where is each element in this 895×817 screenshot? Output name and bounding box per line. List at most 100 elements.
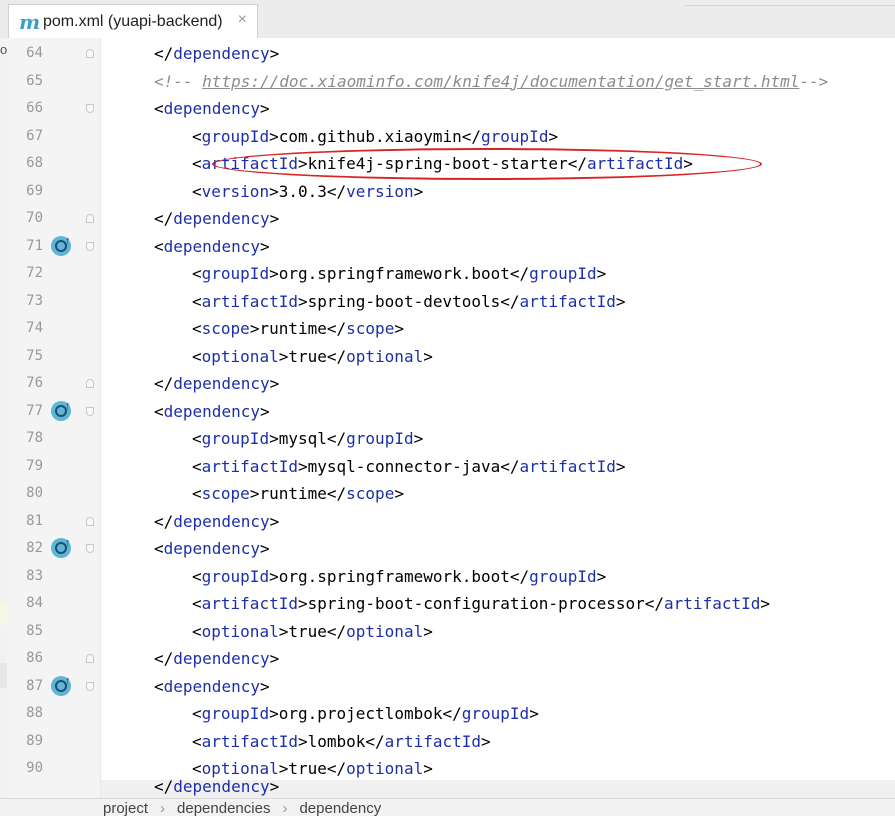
code-line[interactable]: 64 </dependency> [0, 40, 895, 67]
fold-toggle-icon[interactable] [86, 544, 94, 553]
code-line[interactable]: 75 <optional>true</optional> [0, 343, 895, 370]
code-line[interactable]: 70 </dependency> [0, 205, 895, 232]
code-line[interactable]: 76 </dependency> [0, 370, 895, 397]
fold-toggle-icon[interactable] [86, 654, 94, 663]
xml-bracket: > [423, 346, 433, 366]
code-line[interactable]: 90 <optional>true</optional> [0, 755, 895, 782]
code-text: </dependency> [154, 209, 279, 228]
override-marker-icon[interactable]: ↑ [51, 400, 71, 421]
code-line[interactable]: 78 <groupId>mysql</groupId> [0, 425, 895, 452]
xml-tag-name: groupId [529, 566, 597, 586]
code-line[interactable]: 86 </dependency> [0, 645, 895, 672]
code-line[interactable]: 87 ↑ <dependency> [0, 673, 895, 700]
xml-tag-name: groupId [201, 126, 270, 146]
xml-bracket: < [192, 484, 202, 503]
code-text: <dependency> [154, 539, 270, 558]
xml-tag-name: scope [201, 319, 250, 338]
breadcrumb-item[interactable]: dependencies [177, 800, 270, 817]
xml-bracket: </ [326, 319, 347, 338]
code-line[interactable]: 77 ↑ <dependency> [0, 398, 895, 425]
code-line[interactable]: 74 <scope>runtime</scope> [0, 315, 895, 342]
xml-tag-name: artifactId [201, 594, 298, 613]
xml-bracket: > [423, 759, 433, 778]
fold-toggle-icon[interactable] [86, 681, 94, 691]
code-text: <dependency> [154, 402, 270, 421]
xml-tag-name: dependency [163, 401, 260, 421]
xml-bracket: > [269, 264, 279, 283]
code-text: </dependency> [154, 780, 279, 796]
close-icon[interactable]: × [238, 11, 247, 29]
fold-toggle-icon[interactable] [86, 214, 94, 223]
xml-bracket: </ [154, 649, 174, 668]
xml-bracket: > [269, 780, 280, 796]
fold-toggle-icon[interactable] [86, 104, 94, 113]
line-number: 76 [26, 375, 43, 391]
line-number: 89 [26, 732, 43, 749]
xml-text-value: runtime [259, 484, 327, 503]
override-marker-icon[interactable]: ↑ [51, 235, 71, 256]
override-marker-icon[interactable]: ↑ [51, 675, 71, 696]
fold-toggle-icon[interactable] [86, 379, 94, 388]
xml-bracket: > [548, 126, 559, 146]
code-line[interactable]: 89 <artifactId>lombok</artifactId> [0, 728, 895, 755]
code-line[interactable]: 67 <groupId>com.github.xiaoymin</groupId> [0, 123, 895, 150]
xml-bracket: > [269, 566, 279, 586]
xml-bracket: > [596, 264, 607, 283]
xml-tag-name: groupId [346, 429, 414, 448]
xml-bracket: > [297, 291, 308, 311]
line-number: 74 [26, 320, 43, 336]
code-line[interactable]: 81 </dependency> [0, 508, 895, 535]
code-line[interactable]: 72 <groupId>org.springframework.boot</gro… [0, 260, 895, 287]
code-line[interactable]: 85 <optional>true</optional> [0, 618, 895, 645]
xml-bracket: > [297, 154, 308, 173]
code-line[interactable]: 65 <!-- https://doc.xiaominfo.com/knife4j… [0, 68, 895, 95]
code-text: <groupId>mysql</groupId> [192, 429, 423, 448]
xml-tag-name: optional [346, 759, 424, 778]
xml-tag-name: dependency [163, 99, 260, 118]
xml-text-value: mysql-connector-java [307, 456, 501, 476]
xml-bracket: </ [154, 209, 174, 228]
code-line[interactable]: 68 <artifactId>knife4j-spring-boot-starte… [0, 150, 895, 177]
code-line[interactable]: 80 <scope>runtime</scope> [0, 480, 895, 507]
code-line-partial[interactable]: </dependency> [101, 780, 895, 798]
code-line[interactable]: 84 <artifactId>spring-boot-configuration-… [0, 590, 895, 617]
xml-bracket: < [192, 566, 202, 586]
code-text: <optional>true</optional> [192, 347, 433, 366]
xml-bracket: > [249, 319, 260, 338]
code-line[interactable]: 79 <artifactId>mysql-connector-java</arti… [0, 453, 895, 480]
xml-tag-name: groupId [529, 264, 597, 283]
xml-bracket: < [192, 319, 202, 338]
line-number: 90 [26, 760, 43, 776]
fold-toggle-icon[interactable] [86, 516, 94, 526]
code-line[interactable]: 88 <groupId>org.projectlombok</groupId> [0, 700, 895, 727]
xml-tag-name: dependency [173, 44, 270, 63]
code-line[interactable]: 69 <version>3.0.3</version> [0, 178, 895, 205]
fold-toggle-icon[interactable] [86, 49, 94, 58]
xml-bracket: > [297, 456, 308, 476]
override-marker-icon[interactable]: ↑ [51, 537, 71, 558]
xml-bracket: < [192, 291, 202, 311]
xml-bracket: </ [509, 566, 530, 586]
xml-text-value: runtime [259, 319, 327, 338]
xml-bracket: > [413, 181, 424, 201]
code-line[interactable]: 83 <groupId>org.springframework.boot</gro… [0, 563, 895, 590]
code-line[interactable]: 71 ↑ <dependency> [0, 233, 895, 260]
line-number: 68 [26, 155, 43, 171]
code-text: <artifactId>spring-boot-devtools</artifa… [192, 292, 626, 311]
fold-toggle-icon[interactable] [86, 406, 94, 416]
xml-tag-name: optional [201, 346, 279, 366]
xml-bracket: < [154, 99, 164, 118]
code-line[interactable]: 82 ↑ <dependency> [0, 535, 895, 562]
code-line[interactable]: 73 <artifactId>spring-boot-devtools</arti… [0, 288, 895, 315]
xml-bracket: > [269, 209, 280, 228]
tab-pom-xml[interactable]: m pom.xml (yuapi-backend) × [8, 4, 258, 38]
comment-link[interactable]: https://doc.xiaominfo.com/knife4j/docume… [202, 72, 799, 91]
xml-bracket: </ [154, 780, 174, 796]
xml-tag-name: optional [346, 621, 424, 641]
breadcrumb-item[interactable]: dependency [299, 800, 381, 817]
fold-toggle-icon[interactable] [86, 241, 94, 251]
xml-bracket: </ [154, 374, 174, 393]
breadcrumb-item[interactable]: project [103, 800, 148, 817]
tab-title: pom.xml (yuapi-backend) [43, 13, 223, 30]
code-line[interactable]: 66 <dependency> [0, 95, 895, 122]
